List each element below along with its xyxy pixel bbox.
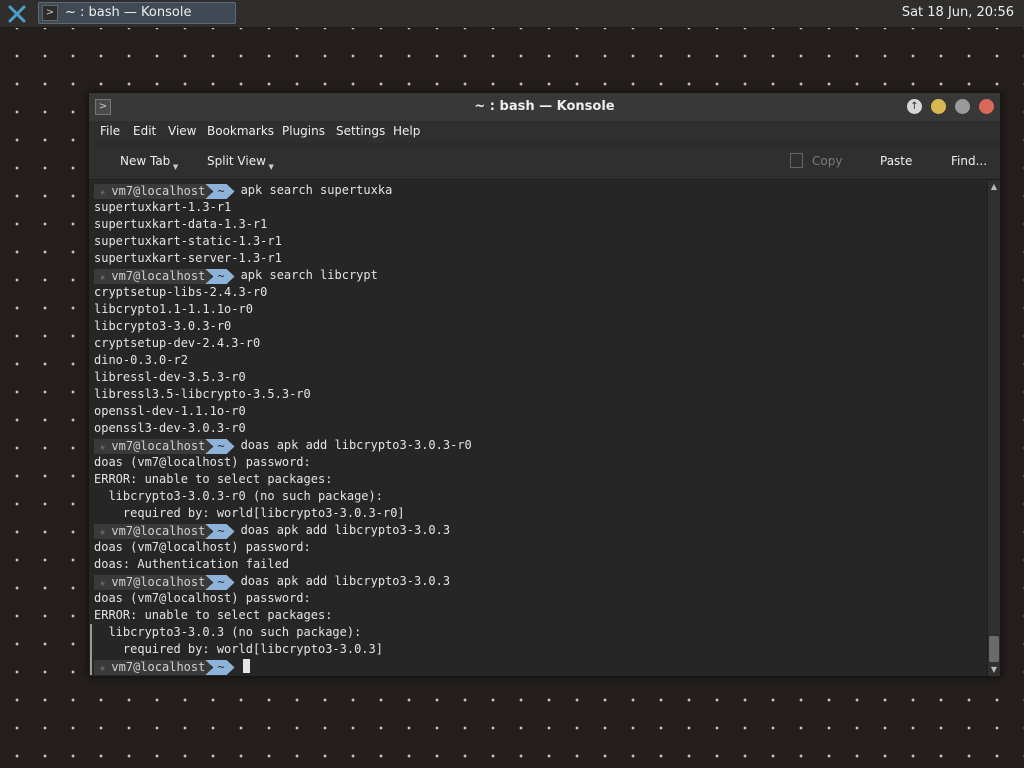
prompt-user-label: vm7@localhost [111, 269, 206, 283]
konsole-window: > ~ : bash — Konsole ↑ File Edit View Bo… [88, 92, 1001, 677]
prompt-user-label: vm7@localhost [111, 575, 206, 589]
output-line: cryptsetup-dev-2.4.3-r0 [94, 336, 261, 350]
prompt-line: ✳ vm7@localhost ~ doas apk add libcrypto3-3… [94, 522, 450, 539]
prompt-user-label: vm7@localhost [111, 439, 206, 453]
output-line: supertuxkart-1.3-r1 [94, 200, 232, 214]
prompt-user: ✳ vm7@localhost [94, 269, 212, 284]
output-line: cryptsetup-libs-2.4.3-r0 [94, 285, 268, 299]
menu-edit[interactable]: Edit [133, 124, 156, 138]
output-line: dino-0.3.0-r2 [94, 353, 188, 367]
prompt-star-icon: ✳ [100, 664, 106, 674]
prompt-star-icon: ✳ [100, 528, 106, 538]
kde-launcher-icon[interactable] [8, 5, 26, 23]
prompt-star-icon: ✳ [100, 443, 106, 453]
prompt-user: ✳ vm7@localhost [94, 660, 212, 675]
shell-prompt: ✳ vm7@localhost ~ [94, 438, 235, 454]
terminal-view[interactable]: ✳ vm7@localhost ~ apk search supertuxka supe… [89, 181, 987, 676]
output-line: doas (vm7@localhost) password: [94, 455, 311, 469]
prompt-user: ✳ vm7@localhost [94, 439, 212, 454]
window-title: ~ : bash — Konsole [474, 99, 615, 114]
output-line: doas (vm7@localhost) password: [94, 591, 311, 605]
clock[interactable]: Sat 18 Jun, 20:56 [902, 5, 1014, 20]
keep-above-button[interactable]: ↑ [907, 99, 922, 114]
prompt-star-icon: ✳ [100, 188, 106, 198]
output-line: openssl-dev-1.1.1o-r0 [94, 404, 246, 418]
menu-bar: File Edit View Bookmarks Plugins Setting… [89, 121, 1000, 143]
shell-prompt: ✳ vm7@localhost ~ [94, 659, 235, 675]
command-text: apk search supertuxka [240, 183, 393, 197]
prompt-user-label: vm7@localhost [111, 660, 206, 674]
output-line: required by: world[libcrypto3-3.0.3] [94, 642, 383, 656]
split-view-label: Split View [207, 154, 266, 168]
prompt-line: ✳ vm7@localhost ~ apk search libcrypt [94, 267, 378, 284]
minimize-button[interactable] [931, 99, 946, 114]
output-line: libcrypto3-3.0.3 (no such package): [94, 625, 362, 639]
menu-file[interactable]: File [100, 124, 120, 138]
output-line: libcrypto3-3.0.3-r0 [94, 319, 232, 333]
title-bar[interactable]: > ~ : bash — Konsole ↑ [89, 93, 1000, 121]
top-panel: > ~ : bash — Konsole Sat 18 Jun, 20:56 [0, 0, 1024, 28]
taskbar-item-label: ~ : bash — Konsole [65, 5, 192, 20]
output-line: supertuxkart-static-1.3-r1 [94, 234, 282, 248]
command-text: doas apk add libcrypto3-3.0.3 [240, 523, 451, 537]
menu-settings[interactable]: Settings [336, 124, 385, 138]
prompt-user: ✳ vm7@localhost [94, 184, 212, 199]
taskbar-item-konsole[interactable]: > ~ : bash — Konsole [38, 2, 236, 24]
terminal-icon: > [42, 5, 58, 21]
scroll-up-icon[interactable]: ▲ [988, 181, 1000, 193]
maximize-button[interactable] [955, 99, 970, 114]
chevron-down-icon: ▼ [268, 163, 274, 171]
menu-help[interactable]: Help [393, 124, 420, 138]
output-line: ERROR: unable to select packages: [94, 608, 333, 622]
output-line: libressl-dev-3.5.3-r0 [94, 370, 246, 384]
output-line: doas (vm7@localhost) password: [94, 540, 311, 554]
new-tab-button[interactable]: New Tab ▼ [120, 154, 178, 171]
shell-prompt: ✳ vm7@localhost ~ [94, 574, 235, 590]
command-text: apk search libcrypt [240, 268, 378, 282]
output-line: libcrypto3-3.0.3-r0 (no such package): [94, 489, 383, 503]
shell-prompt: ✳ vm7@localhost ~ [94, 523, 235, 539]
output-line: openssl3-dev-3.0.3-r0 [94, 421, 246, 435]
output-line: supertuxkart-server-1.3-r1 [94, 251, 282, 265]
output-line: doas: Authentication failed [94, 557, 290, 571]
selection-marker [90, 624, 92, 675]
find-button[interactable]: Find... [951, 154, 987, 168]
close-button[interactable] [979, 99, 994, 114]
prompt-star-icon: ✳ [100, 579, 106, 589]
chevron-down-icon: ▼ [172, 163, 179, 171]
toolbar: New Tab ▼ Split View ▼ Copy Paste Find..… [89, 145, 1000, 180]
split-view-button[interactable]: Split View ▼ [207, 154, 274, 171]
shell-prompt: ✳ vm7@localhost ~ [94, 183, 235, 199]
copy-button[interactable]: Copy [812, 154, 842, 168]
shell-prompt: ✳ vm7@localhost ~ [94, 268, 235, 284]
command-text: doas apk add libcrypto3-3.0.3-r0 [240, 438, 472, 452]
prompt-user-label: vm7@localhost [111, 524, 206, 538]
prompt-user-label: vm7@localhost [111, 184, 206, 198]
output-line: libressl3.5-libcrypto-3.5.3-r0 [94, 387, 311, 401]
terminal-scrollbar[interactable]: ▲ ▼ [987, 181, 1000, 676]
paste-button[interactable]: Paste [880, 154, 912, 168]
output-line: supertuxkart-data-1.3-r1 [94, 217, 268, 231]
copy-icon [790, 153, 803, 168]
command-text: doas apk add libcrypto3-3.0.3 [240, 574, 451, 588]
prompt-line: ✳ vm7@localhost ~ apk search supertuxka [94, 182, 392, 199]
menu-plugins[interactable]: Plugins [282, 124, 325, 138]
scrollbar-thumb[interactable] [989, 636, 999, 662]
prompt-user: ✳ vm7@localhost [94, 575, 212, 590]
prompt-line: ✳ vm7@localhost ~ doas apk add libcrypto3-3… [94, 573, 450, 590]
prompt-line: ✳ vm7@localhost ~ [94, 658, 250, 675]
text-cursor [242, 659, 250, 673]
prompt-user: ✳ vm7@localhost [94, 524, 212, 539]
new-tab-label: New Tab [120, 154, 171, 168]
menu-bookmarks[interactable]: Bookmarks [207, 124, 274, 138]
output-line: libcrypto1.1-1.1.1o-r0 [94, 302, 253, 316]
output-line: ERROR: unable to select packages: [94, 472, 333, 486]
scroll-down-icon[interactable]: ▼ [988, 664, 1000, 676]
output-line: required by: world[libcrypto3-3.0.3-r0] [94, 506, 405, 520]
prompt-line: ✳ vm7@localhost ~ doas apk add libcrypto3-3… [94, 437, 472, 454]
menu-view[interactable]: View [168, 124, 196, 138]
prompt-star-icon: ✳ [100, 273, 106, 283]
